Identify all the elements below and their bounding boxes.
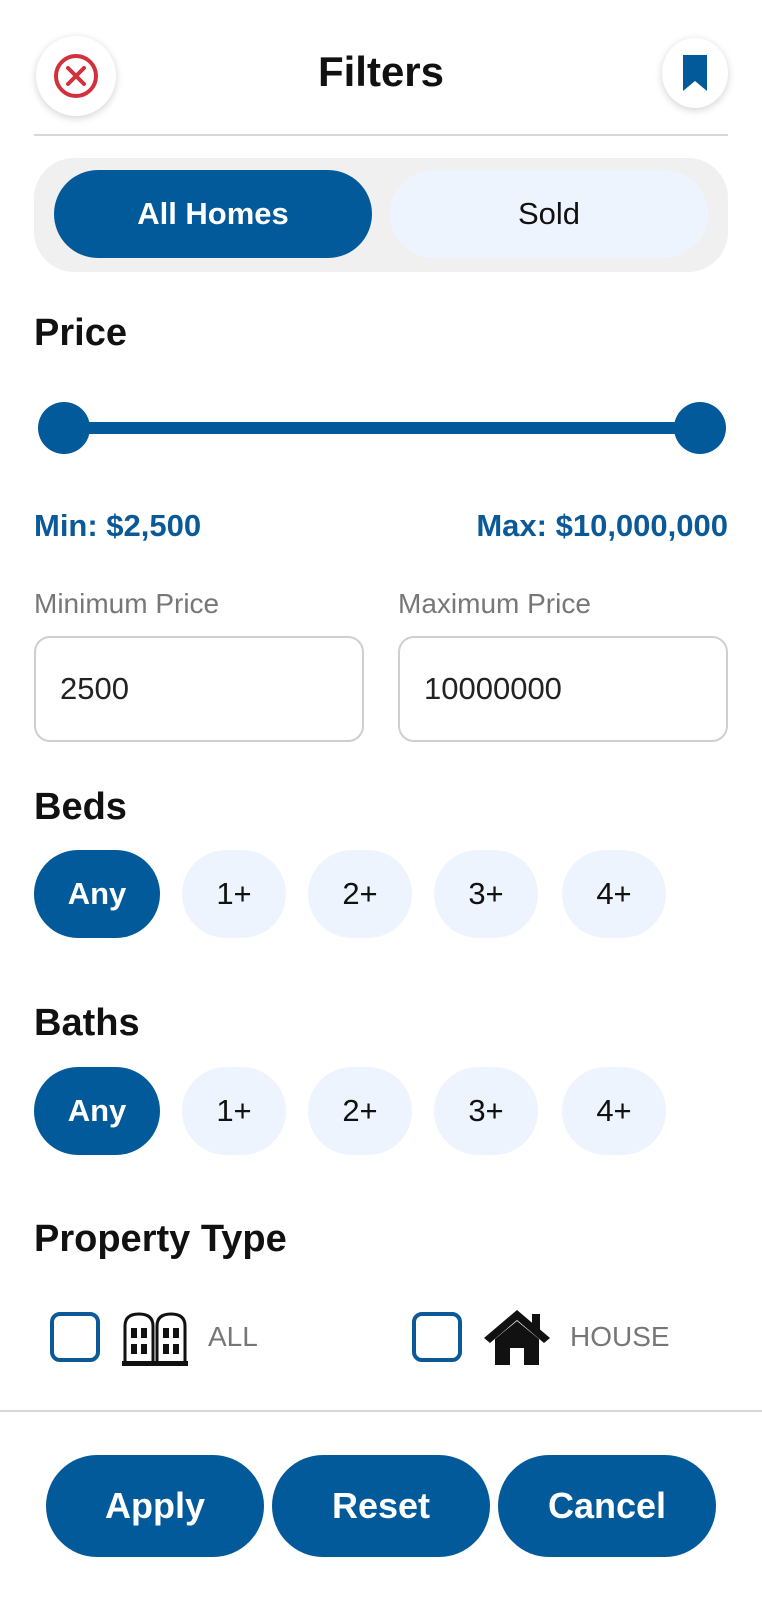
baths-4-plus[interactable]: 4+ [562,1067,666,1155]
price-title: Price [34,312,127,354]
header: Filters [0,0,762,136]
page-title: Filters [317,48,445,95]
baths-3-plus[interactable]: 3+ [434,1067,538,1155]
price-slider-min-handle[interactable] [38,402,90,454]
property-type-house-label: HOUSE [570,1321,670,1352]
max-price-input[interactable] [398,636,728,742]
tab-all-homes[interactable]: All Homes [54,170,372,258]
bookmark-icon [683,55,707,91]
beds-title: Beds [34,786,127,828]
min-price-label: Minimum Price [34,588,220,619]
min-price-display: Min: $2,500 [34,508,202,543]
beds-1-plus[interactable]: 1+ [182,850,286,938]
price-slider-track[interactable] [60,422,700,434]
property-type-all-checkbox[interactable] [50,1312,100,1362]
listing-toggle: All Homes Sold [34,158,728,272]
beds-2-plus[interactable]: 2+ [308,850,412,938]
buildings-icon [122,1312,188,1366]
beds-any[interactable]: Any [34,850,160,938]
beds-4-plus[interactable]: 4+ [562,850,666,938]
bookmark-button[interactable] [662,38,728,108]
property-type-title: Property Type [34,1218,287,1260]
baths-2-plus[interactable]: 2+ [308,1067,412,1155]
baths-any[interactable]: Any [34,1067,160,1155]
footer-divider [0,1410,762,1412]
house-icon [484,1310,550,1365]
property-type-all-label: ALL [208,1321,258,1352]
property-type-house-checkbox[interactable] [412,1312,462,1362]
beds-3-plus[interactable]: 3+ [434,850,538,938]
baths-1-plus[interactable]: 1+ [182,1067,286,1155]
reset-button[interactable]: Reset [272,1455,490,1557]
tab-sold[interactable]: Sold [390,170,708,258]
apply-button[interactable]: Apply [46,1455,264,1557]
property-type-house[interactable]: HOUSE [412,1306,670,1368]
property-type-all[interactable]: ALL [50,1306,258,1368]
price-slider-max-handle[interactable] [674,402,726,454]
header-divider [34,134,728,136]
max-price-label: Maximum Price [398,588,591,619]
min-price-input[interactable] [34,636,364,742]
max-price-display: Max: $10,000,000 [476,508,728,543]
cancel-button[interactable]: Cancel [498,1455,716,1557]
baths-title: Baths [34,1002,140,1044]
